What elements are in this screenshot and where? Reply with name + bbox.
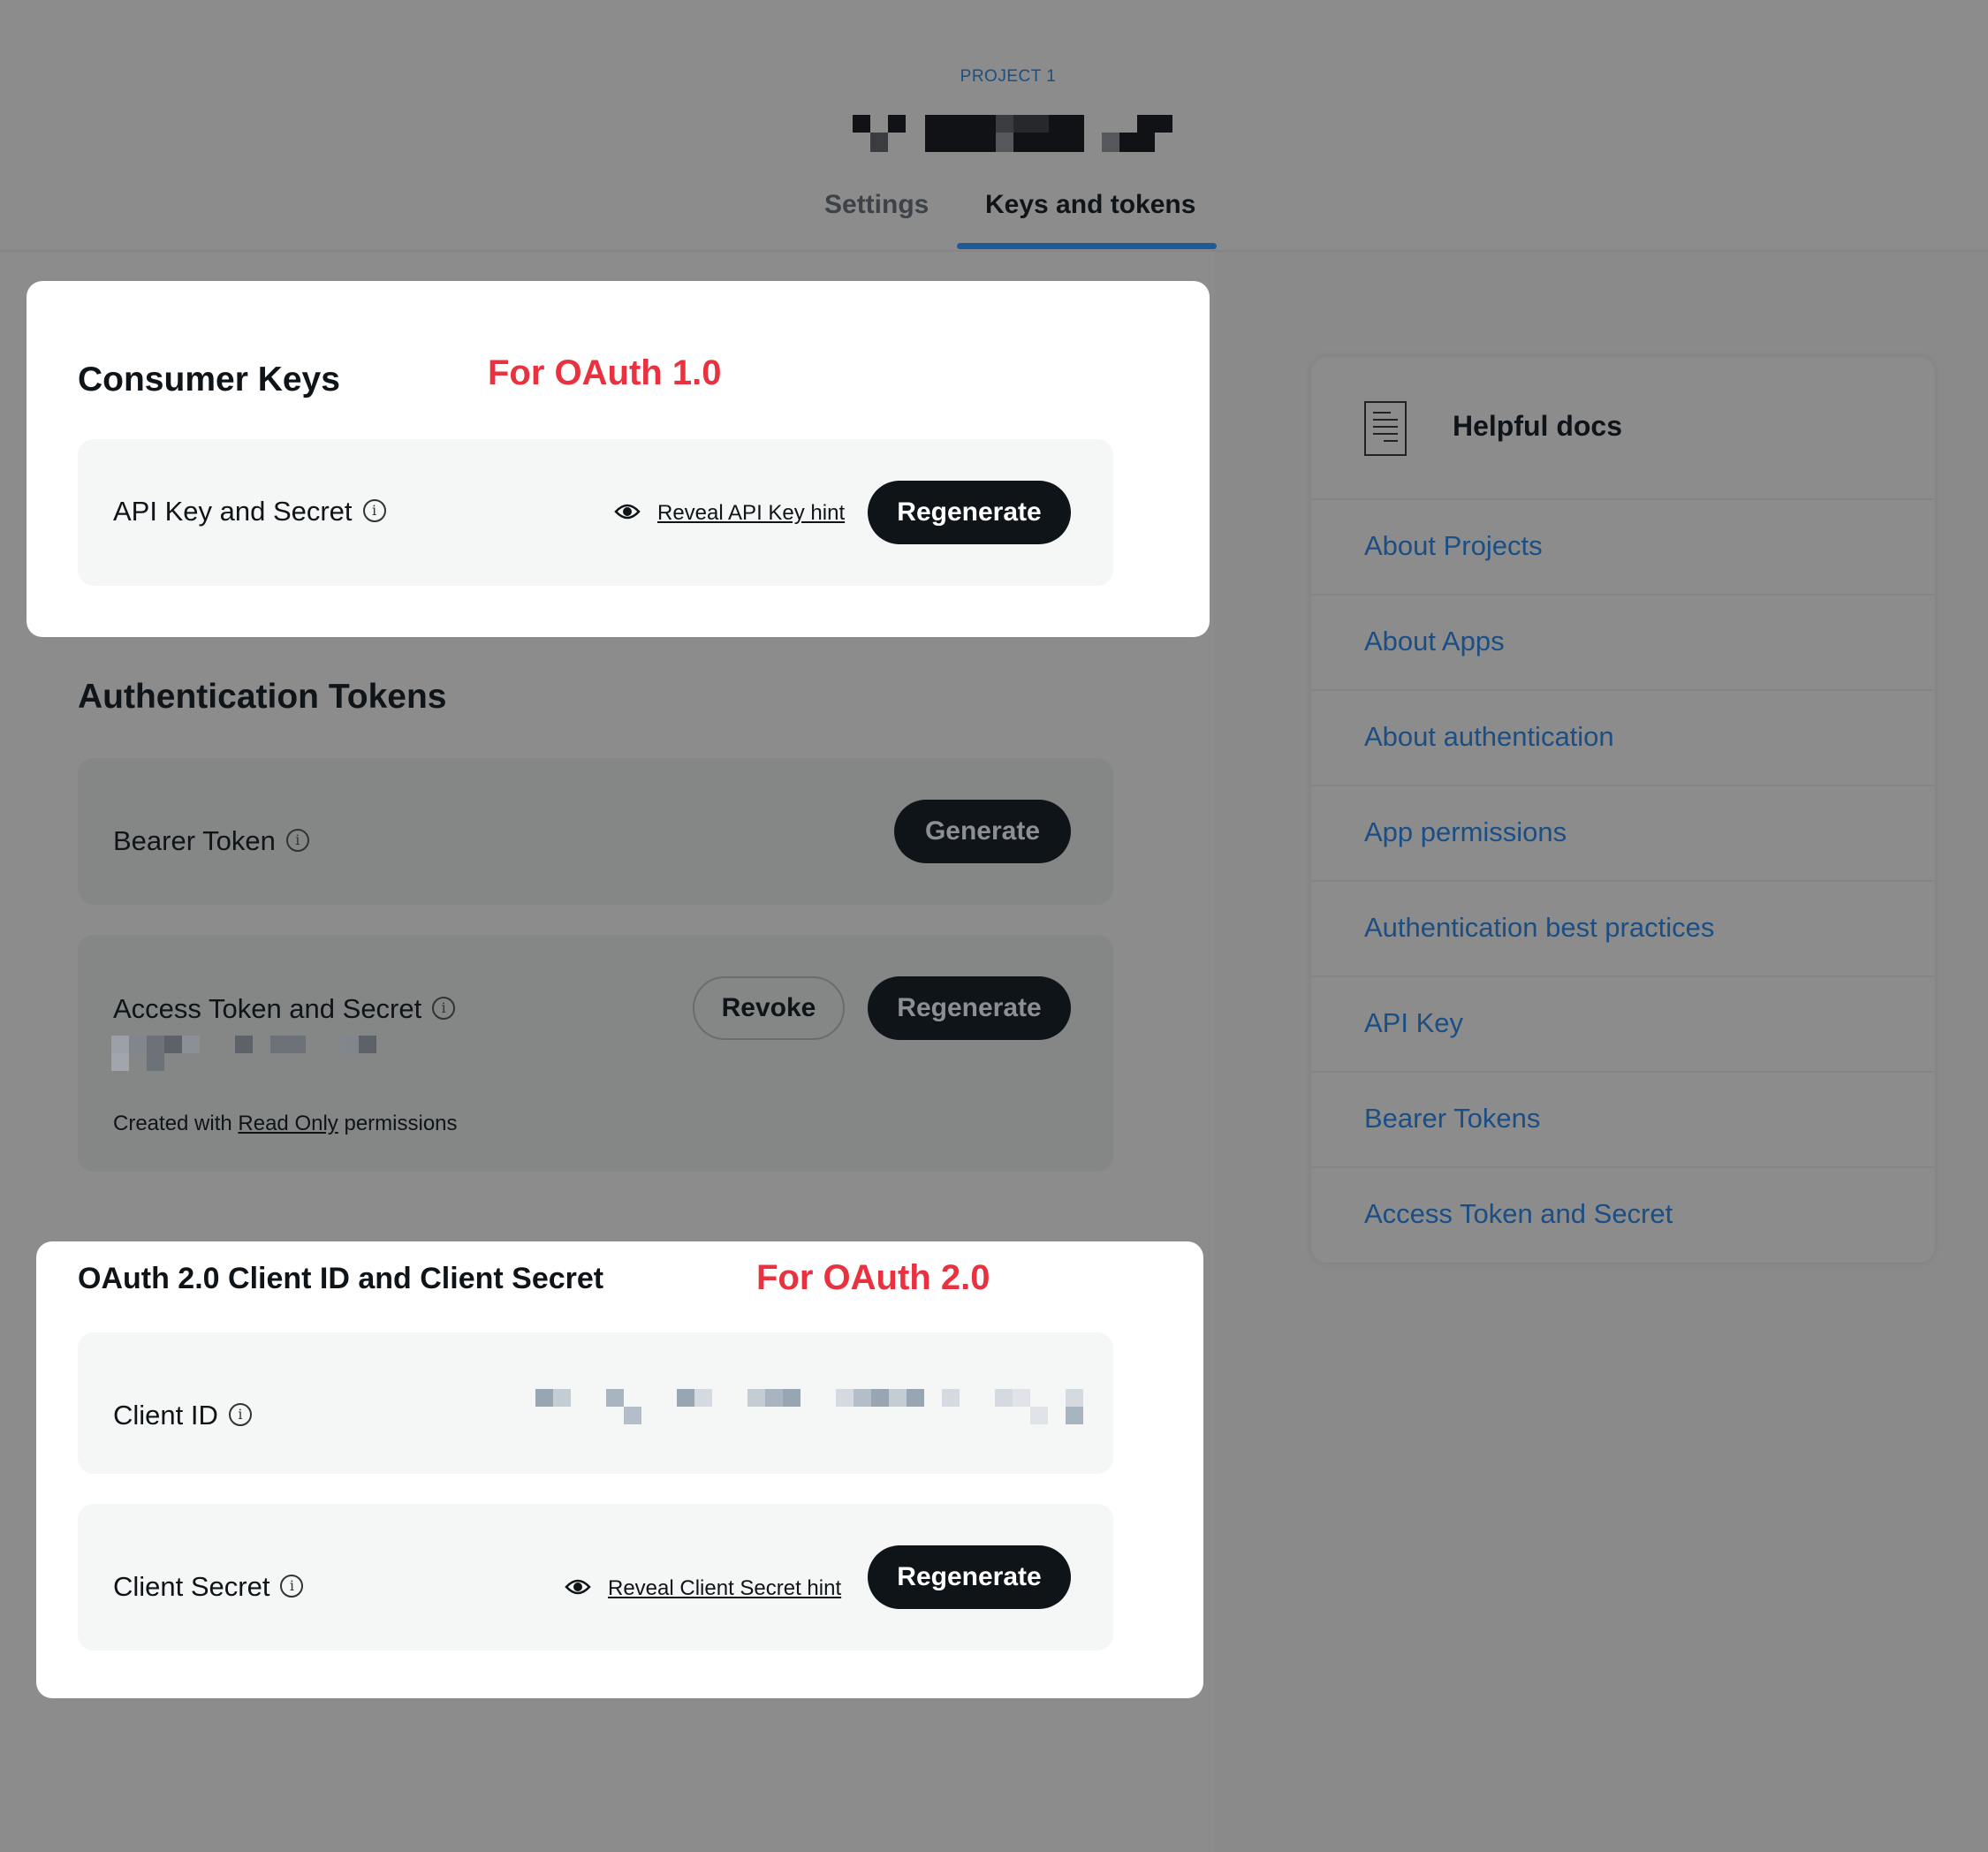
doc-link-api-key[interactable]: API Key (1311, 975, 1935, 1071)
reveal-client-secret-hint-link[interactable]: Reveal Client Secret hint (608, 1576, 841, 1601)
doc-link-label[interactable]: Authentication best practices (1364, 912, 1714, 944)
created-prefix: Created with (113, 1112, 232, 1135)
auth-tokens-title: Authentication Tokens (78, 678, 447, 716)
client-secret-label: Client Secret (113, 1571, 270, 1602)
bearer-token-label: Bearer Token (113, 825, 276, 856)
api-key-label-wrap: API Key and Secret i (113, 496, 386, 528)
reveal-api-key-hint-link[interactable]: Reveal API Key hint (657, 501, 845, 526)
doc-link-access-token-secret[interactable]: Access Token and Secret (1311, 1166, 1935, 1262)
tab-keys-and-tokens[interactable]: Keys and tokens (985, 190, 1195, 220)
created-with-text: Created with Read Only permissions (113, 1112, 458, 1136)
tab-settings[interactable]: Settings (824, 190, 929, 220)
doc-link-auth-best-practices[interactable]: Authentication best practices (1311, 880, 1935, 975)
doc-link-app-permissions[interactable]: App permissions (1311, 785, 1935, 880)
doc-link-label[interactable]: Access Token and Secret (1364, 1198, 1673, 1230)
client-secret-label-wrap: Client Secret i (113, 1571, 304, 1603)
client-id-label: Client ID (113, 1400, 218, 1431)
doc-link-about-projects[interactable]: About Projects (1311, 498, 1935, 594)
consumer-keys-title: Consumer Keys (78, 361, 340, 398)
project-title-redacted (853, 115, 1172, 152)
document-icon (1364, 401, 1407, 456)
oauth2-annotation: For OAuth 2.0 (756, 1258, 990, 1297)
docs-link-list: About Projects About Apps About authenti… (1311, 498, 1935, 1262)
read-only-link[interactable]: Read Only (238, 1112, 338, 1135)
doc-link-label[interactable]: About Projects (1364, 530, 1543, 562)
revoke-button[interactable]: Revoke (693, 976, 845, 1040)
doc-link-about-authentication[interactable]: About authentication (1311, 689, 1935, 785)
client-id-row: Client ID i (78, 1332, 1113, 1474)
doc-link-bearer-tokens[interactable]: Bearer Tokens (1311, 1071, 1935, 1166)
api-key-row: API Key and Secret i Reveal API Key hint … (78, 439, 1113, 586)
info-icon[interactable]: i (228, 1402, 252, 1426)
api-key-label: API Key and Secret (113, 496, 353, 527)
info-icon[interactable]: i (285, 828, 309, 852)
client-id-label-wrap: Client ID i (113, 1400, 252, 1431)
client-secret-row: Client Secret i Reveal Client Secret hint… (78, 1504, 1113, 1651)
client-id-redacted (535, 1389, 1083, 1426)
doc-link-about-apps[interactable]: About Apps (1311, 594, 1935, 689)
oauth2-title: OAuth 2.0 Client ID and Client Secret (78, 1262, 604, 1295)
project-label: PROJECT 1 (960, 67, 1057, 86)
doc-link-label[interactable]: App permissions (1364, 816, 1567, 848)
page-header: PROJECT 1 Settings Keys and tokens (0, 0, 1988, 252)
access-token-redacted (111, 1036, 376, 1073)
doc-link-label[interactable]: About authentication (1364, 721, 1614, 753)
doc-link-label[interactable]: API Key (1364, 1007, 1463, 1039)
active-tab-indicator (957, 243, 1217, 249)
doc-link-label[interactable]: Bearer Tokens (1364, 1103, 1540, 1135)
doc-link-label[interactable]: About Apps (1364, 626, 1505, 657)
info-icon[interactable]: i (280, 1574, 304, 1598)
regenerate-client-secret-button[interactable]: Regenerate (868, 1545, 1071, 1609)
helpful-docs-title: Helpful docs (1453, 410, 1623, 442)
bearer-token-row: Bearer Token i Generate (78, 758, 1113, 905)
eye-icon[interactable] (565, 1578, 591, 1596)
access-label-wrap: Access Token and Secret i (113, 993, 456, 1025)
generate-bearer-button[interactable]: Generate (894, 800, 1071, 863)
info-icon[interactable]: i (362, 498, 386, 522)
bearer-label-wrap: Bearer Token i (113, 825, 309, 857)
info-icon[interactable]: i (432, 996, 456, 1020)
access-token-row: Access Token and Secret i Created with Re… (78, 935, 1113, 1172)
eye-icon[interactable] (614, 503, 641, 520)
regenerate-access-token-button[interactable]: Regenerate (868, 976, 1071, 1040)
regenerate-api-key-button[interactable]: Regenerate (868, 481, 1071, 544)
oauth1-annotation: For OAuth 1.0 (488, 353, 722, 392)
helpful-docs-panel: Helpful docs About Projects About Apps A… (1311, 357, 1935, 1263)
access-token-label: Access Token and Secret (113, 993, 422, 1024)
created-suffix: permissions (344, 1112, 458, 1135)
